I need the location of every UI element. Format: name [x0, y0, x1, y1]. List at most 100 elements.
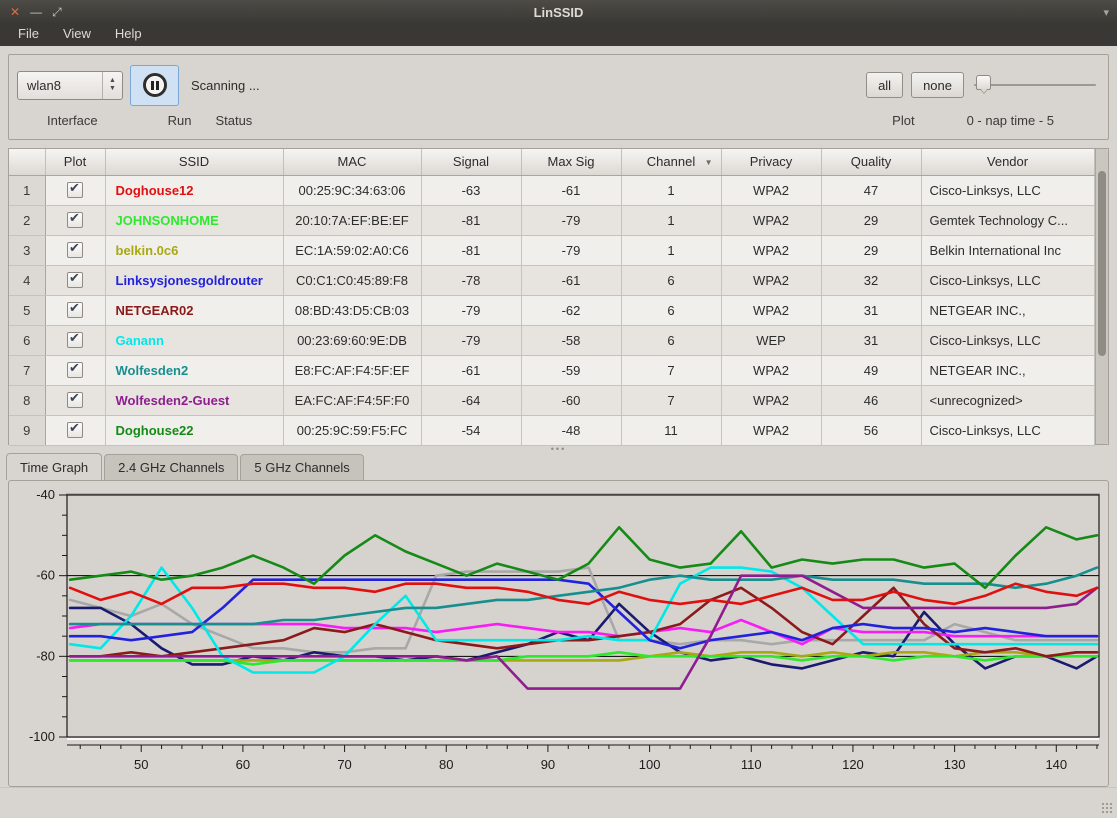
quality-cell: 32 — [821, 265, 921, 295]
column-header-plot[interactable]: Plot — [45, 149, 105, 175]
svg-text:70: 70 — [337, 757, 351, 772]
table-row[interactable]: 9✔Doghouse2200:25:9C:59:F5:FC-54-4811WPA… — [9, 415, 1094, 445]
privacy-cell: WPA2 — [721, 175, 821, 205]
plot-all-button[interactable]: all — [866, 72, 903, 98]
label-interface: Interface — [47, 113, 98, 128]
plot-checkbox[interactable]: ✔ — [67, 392, 83, 408]
interface-spinner-icons[interactable]: ▲▼ — [102, 72, 122, 99]
menu-help[interactable]: Help — [105, 24, 152, 46]
table-row[interactable]: 2✔JOHNSONHOME20:10:7A:EF:BE:EF-81-791WPA… — [9, 205, 1094, 235]
spin-up-icon[interactable]: ▲ — [109, 77, 116, 85]
channel-cell: 1 — [621, 205, 721, 235]
signal-cell: -61 — [421, 355, 521, 385]
row-number: 4 — [9, 265, 45, 295]
svg-text:100: 100 — [639, 757, 661, 772]
spin-down-icon[interactable]: ▼ — [109, 85, 116, 93]
slider-handle[interactable] — [976, 75, 991, 90]
plot-checkbox[interactable]: ✔ — [67, 362, 83, 378]
mac-cell: C0:C1:C0:45:89:F8 — [283, 265, 421, 295]
table-row[interactable]: 6✔Ganann00:23:69:60:9E:DB-79-586WEP31Cis… — [9, 325, 1094, 355]
plot-cell: ✔ — [45, 415, 105, 445]
ssid-table-body: 1✔Doghouse1200:25:9C:34:63:06-63-611WPA2… — [9, 175, 1094, 445]
column-header-quality[interactable]: Quality — [821, 149, 921, 175]
channel-cell: 6 — [621, 325, 721, 355]
plot-checkbox[interactable]: ✔ — [67, 422, 83, 438]
run-button[interactable] — [130, 65, 179, 106]
menu-view[interactable]: View — [53, 24, 101, 46]
plot-checkbox[interactable]: ✔ — [67, 332, 83, 348]
checkmark-icon: ✔ — [69, 270, 80, 286]
plot-checkbox[interactable]: ✔ — [67, 242, 83, 258]
resize-grip-icon[interactable] — [1101, 802, 1113, 814]
vendor-cell: NETGEAR INC., — [921, 355, 1094, 385]
ssid-cell: Wolfesden2-Guest — [105, 385, 283, 415]
tab-time-graph[interactable]: Time Graph — [6, 453, 102, 480]
row-number: 2 — [9, 205, 45, 235]
label-status: Status — [215, 113, 252, 128]
splitter-dots-icon: ••• — [551, 447, 566, 451]
channel-cell: 6 — [621, 265, 721, 295]
svg-text:50: 50 — [134, 757, 148, 772]
ssid-table-container: PlotSSIDMACSignalMax SigChannel▼PrivacyQ… — [8, 148, 1109, 445]
table-row[interactable]: 1✔Doghouse1200:25:9C:34:63:06-63-611WPA2… — [9, 175, 1094, 205]
row-number: 1 — [9, 175, 45, 205]
row-number-header — [9, 149, 45, 175]
column-header-channel[interactable]: Channel▼ — [621, 149, 721, 175]
tab-2-4-ghz-channels[interactable]: 2.4 GHz Channels — [104, 454, 238, 481]
max-sig-cell: -48 — [521, 415, 621, 445]
column-header-signal[interactable]: Signal — [421, 149, 521, 175]
table-row[interactable]: 8✔Wolfesden2-GuestEA:FC:AF:F4:5F:F0-64-6… — [9, 385, 1094, 415]
menu-file[interactable]: File — [8, 24, 49, 46]
vendor-cell: <unrecognized> — [921, 385, 1094, 415]
quality-cell: 56 — [821, 415, 921, 445]
row-number: 8 — [9, 385, 45, 415]
checkmark-icon: ✔ — [69, 180, 80, 196]
column-header-privacy[interactable]: Privacy — [721, 149, 821, 175]
sort-indicator-icon: ▼ — [705, 158, 713, 167]
privacy-cell: WPA2 — [721, 415, 821, 445]
column-header-max-sig[interactable]: Max Sig — [521, 149, 621, 175]
overflow-chevron-icon[interactable]: ▾ — [1103, 6, 1109, 19]
splitter-handle[interactable]: ••• — [0, 445, 1117, 453]
table-row[interactable]: 4✔LinksysjonesgoldrouterC0:C1:C0:45:89:F… — [9, 265, 1094, 295]
plot-checkbox[interactable]: ✔ — [67, 182, 83, 198]
plot-checkbox[interactable]: ✔ — [67, 212, 83, 228]
signal-cell: -79 — [421, 295, 521, 325]
mac-cell: E8:FC:AF:F4:5F:EF — [283, 355, 421, 385]
table-scrollbar[interactable] — [1095, 149, 1109, 444]
menubar: File View Help — [0, 24, 1117, 46]
column-header-vendor[interactable]: Vendor — [921, 149, 1094, 175]
vendor-cell: Cisco-Linksys, LLC — [921, 265, 1094, 295]
scrollbar-thumb[interactable] — [1098, 171, 1107, 356]
table-row[interactable]: 7✔Wolfesden2E8:FC:AF:F4:5F:EF-61-597WPA2… — [9, 355, 1094, 385]
channel-cell: 6 — [621, 295, 721, 325]
plot-cell: ✔ — [45, 265, 105, 295]
plot-checkbox[interactable]: ✔ — [67, 272, 83, 288]
vendor-cell: Cisco-Linksys, LLC — [921, 325, 1094, 355]
table-row[interactable]: 5✔NETGEAR0208:BD:43:D5:CB:03-79-626WPA23… — [9, 295, 1094, 325]
nap-time-slider[interactable] — [974, 72, 1096, 98]
graph-tabbar: Time Graph2.4 GHz Channels5 GHz Channels — [0, 453, 1117, 480]
mac-cell: EC:1A:59:02:A0:C6 — [283, 235, 421, 265]
quality-cell: 29 — [821, 235, 921, 265]
svg-text:-60: -60 — [36, 568, 55, 583]
interface-select[interactable]: wlan8 ▲▼ — [17, 71, 123, 100]
column-header-mac[interactable]: MAC — [283, 149, 421, 175]
time-graph-panel: -40-60-80-1005060708090100110120130140 — [8, 480, 1109, 787]
column-header-ssid[interactable]: SSID — [105, 149, 283, 175]
tab-5-ghz-channels[interactable]: 5 GHz Channels — [240, 454, 363, 481]
max-sig-cell: -79 — [521, 205, 621, 235]
table-row[interactable]: 3✔belkin.0c6EC:1A:59:02:A0:C6-81-791WPA2… — [9, 235, 1094, 265]
svg-text:110: 110 — [741, 757, 762, 772]
pause-icon — [143, 73, 167, 97]
mac-cell: 00:25:9C:59:F5:FC — [283, 415, 421, 445]
quality-cell: 47 — [821, 175, 921, 205]
mac-cell: EA:FC:AF:F4:5F:F0 — [283, 385, 421, 415]
svg-text:130: 130 — [944, 757, 966, 772]
plot-cell: ✔ — [45, 355, 105, 385]
plot-none-button[interactable]: none — [911, 72, 964, 98]
mac-cell: 00:25:9C:34:63:06 — [283, 175, 421, 205]
window-titlebar: ✕ — ⤢ LinSSID ▾ — [0, 0, 1117, 24]
plot-checkbox[interactable]: ✔ — [67, 302, 83, 318]
max-sig-cell: -62 — [521, 295, 621, 325]
